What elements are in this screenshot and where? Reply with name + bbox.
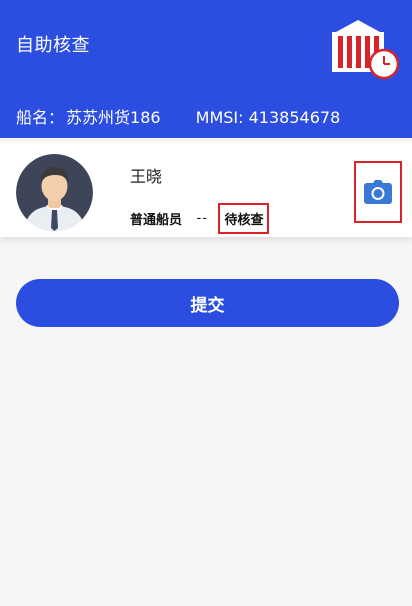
- role-separator: --: [196, 211, 208, 226]
- camera-icon[interactable]: [364, 180, 392, 204]
- crew-name: 王晓: [130, 167, 163, 186]
- mmsi-label: MMSI:: [195, 108, 244, 127]
- building-clock-icon: [332, 20, 400, 80]
- camera-button[interactable]: [354, 161, 402, 223]
- mmsi-value: 413854678: [248, 108, 341, 127]
- crew-card: 王晓 普通船员 -- 待核查: [0, 141, 412, 237]
- crew-role: 普通船员: [130, 213, 183, 228]
- ship-name-label: 船名：: [16, 108, 65, 127]
- page-title: 自助核查: [16, 35, 90, 56]
- person-avatar-icon: [16, 154, 93, 231]
- submit-button[interactable]: 提交: [16, 279, 399, 327]
- crew-role-line: 普通船员 -- 待核查: [130, 203, 270, 234]
- status-badge: 待核查: [218, 203, 270, 234]
- ship-info: 船名： 苏苏州货186 MMSI: 413854678: [16, 104, 340, 128]
- app-header: 自助核查 船名： 苏苏州货186 MMSI: 413854678: [0, 0, 412, 138]
- ship-name-value: 苏苏州货186: [66, 108, 161, 127]
